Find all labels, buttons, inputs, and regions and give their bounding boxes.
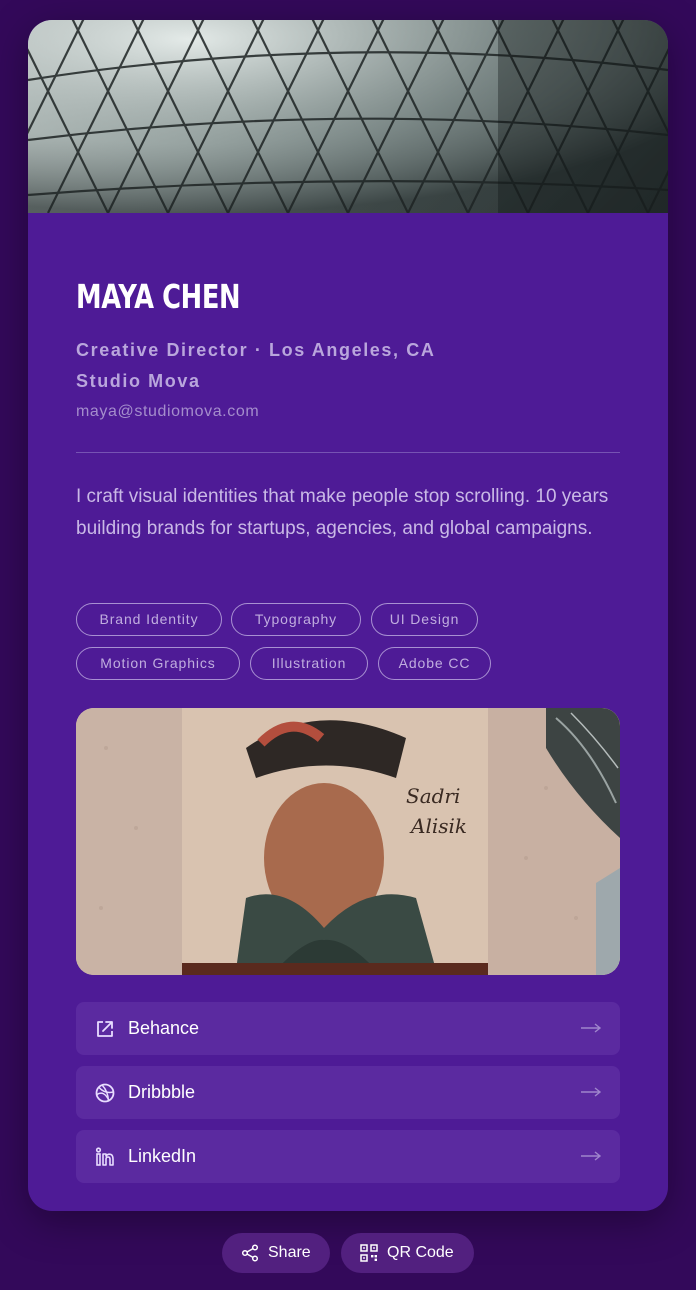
qr-code-button[interactable]: QR Code (341, 1233, 474, 1273)
share-icon (241, 1244, 259, 1262)
external-link-icon (97, 1021, 113, 1037)
link-behance-label: Behance (128, 1018, 200, 1038)
tag-brand-identity: Brand Identity (76, 603, 222, 636)
link-dribbble[interactable]: Dribbble (76, 1066, 620, 1119)
tag-ui-design: UI Design (371, 603, 478, 636)
profile-role: Creative Director · Los Angeles, CA (76, 340, 436, 360)
profile-company: Studio Mova (76, 371, 201, 391)
share-button-label: Share (268, 1244, 311, 1261)
arrow-right-icon (581, 1023, 602, 1033)
artwork-signature-line1: Sadri (406, 784, 460, 808)
artwork-signature-line2: Alisik (409, 814, 467, 838)
qr-code-button-label: QR Code (387, 1244, 454, 1261)
dribbble-icon (95, 1083, 115, 1103)
tag-motion-graphics: Motion Graphics (76, 647, 240, 680)
profile-card: MAYA CHEN Creative Director · Los Angele… (28, 20, 668, 1211)
link-behance[interactable]: Behance (76, 1002, 620, 1055)
cover-image (28, 20, 668, 213)
link-linkedin[interactable]: LinkedIn (76, 1130, 620, 1183)
link-dribbble-label: Dribbble (128, 1082, 196, 1102)
tag-illustration: Illustration (250, 647, 368, 680)
share-button[interactable]: Share (222, 1233, 330, 1273)
arrow-right-icon (581, 1087, 602, 1097)
linkedin-icon (95, 1147, 114, 1166)
featured-artwork-image: Sadri Alisik (76, 708, 620, 975)
qr-code-icon (360, 1244, 378, 1262)
profile-bio: I craft visual identities that make peop… (76, 486, 609, 539)
tag-typography: Typography (231, 603, 361, 636)
profile-name: MAYA CHEN (76, 277, 241, 316)
link-linkedin-label: LinkedIn (128, 1146, 197, 1166)
lattice-pattern (28, 20, 668, 213)
profile-email[interactable]: maya@studiomova.com (76, 403, 259, 421)
tag-adobe-cc: Adobe CC (378, 647, 491, 680)
arrow-right-icon (581, 1151, 602, 1161)
divider (76, 452, 620, 453)
artwork-illustration: Sadri Alisik (76, 708, 620, 975)
